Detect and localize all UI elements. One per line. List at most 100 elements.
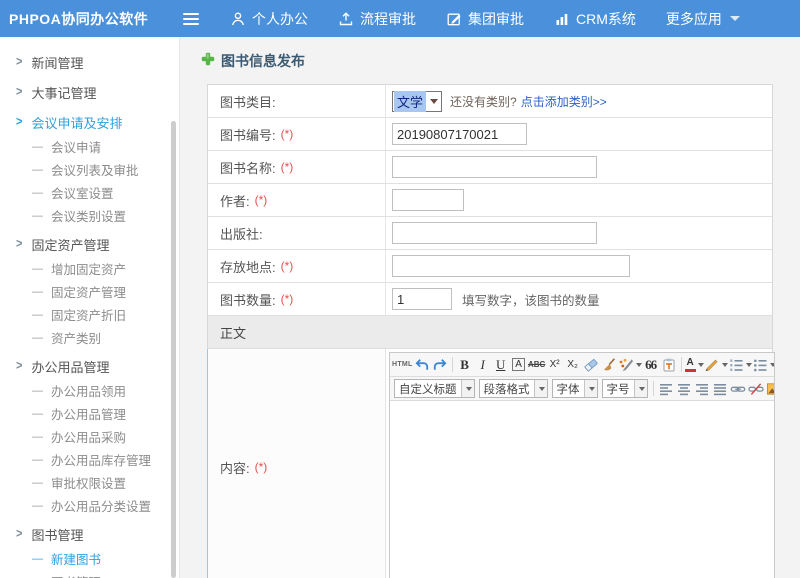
sidebar-item[interactable]: —固定资产折旧 [0,303,179,326]
superscript-button[interactable]: X² [546,355,564,375]
sidebar-section-6[interactable]: >图书管理 [0,521,179,547]
subscript-button[interactable]: X₂ [564,355,582,375]
topnav-item-4[interactable]: CRM系统 [554,9,636,29]
format-painter-icon-button[interactable] [618,355,642,375]
form-row: 图书名称: (*) [208,151,772,184]
font-size-select[interactable]: 字号 [602,379,648,398]
sidebar-item[interactable]: —办公用品领用 [0,379,179,402]
chevron-right-icon: > [16,237,22,251]
dash-icon: — [32,187,43,199]
strikethrough-button[interactable]: ABC [528,355,546,375]
required-mark: (*) [255,460,268,474]
italic-button[interactable]: I [474,355,492,375]
bold-button[interactable]: B [456,355,474,375]
field-input-4[interactable] [392,189,464,211]
toolbar-separator [452,357,453,372]
field-input-5[interactable] [392,222,597,244]
add-category-link[interactable]: 点击添加类别>> [521,93,607,110]
sidebar-section-label: 办公用品管理 [31,357,109,376]
dash-icon: — [32,431,43,443]
sidebar-section-label: 会议申请及安排 [31,113,122,132]
required-mark: (*) [281,259,294,273]
bold-button-glyph: B [460,357,469,373]
align-center-icon-button[interactable] [675,379,693,399]
paragraph-format-select[interactable]: 段落格式 [479,379,548,398]
main-content: 图书信息发布 图书类目:文学还没有类别?点击添加类别>>图书编号:(*)图书名称… [180,37,800,578]
underline-button[interactable]: U [492,355,510,375]
field-input-3[interactable] [392,156,597,178]
sidebar-item[interactable]: —会议申请 [0,135,179,158]
highlight-color-icon-button[interactable] [704,355,728,375]
sidebar-item[interactable]: —资产类别 [0,326,179,349]
dash-icon: — [32,164,43,176]
blockquote-button[interactable]: 66 [642,355,660,375]
html-source-button[interactable]: HTML [392,355,413,375]
ordered-list-icon-button[interactable] [728,355,752,375]
topnav-item-label: 流程审批 [360,9,416,29]
sidebar-item[interactable]: —办公用品库存管理 [0,448,179,471]
sidebar-item[interactable]: —审批权限设置 [0,471,179,494]
topnav-item-2[interactable]: 流程审批 [338,9,416,29]
field-input-6[interactable] [392,255,630,277]
sidebar-item[interactable]: — 增加固定资产 [0,257,179,280]
unordered-list-icon-button[interactable] [752,355,774,375]
sidebar-item[interactable]: —会议室设置 [0,181,179,204]
sidebar-item[interactable]: —办公用品分类设置 [0,494,179,517]
link-icon [730,381,746,397]
sidebar-item[interactable]: —会议列表及审批 [0,158,179,181]
sidebar-section-4[interactable]: >固定资产管理 [0,231,179,257]
field-input-7[interactable] [392,288,452,310]
sidebar-section-3[interactable]: >会议申请及安排 [0,109,179,135]
book-category-select[interactable]: 文学 [392,91,442,112]
sidebar-item-label: 会议申请 [51,137,101,156]
clean-format-icon-button[interactable] [600,355,618,375]
align-right-icon-button[interactable] [693,379,711,399]
sidebar-item[interactable]: —图书管理 [0,570,179,578]
dash-icon: — [32,263,43,275]
sidebar-menu: >新闻管理>大事记管理>会议申请及安排—会议申请—会议列表及审批—会议室设置—会… [0,37,180,578]
sidebar-item[interactable]: —会议类别设置 [0,204,179,227]
sidebar-item[interactable]: —办公用品管理 [0,402,179,425]
sidebar-item-label: 增加固定资产 [51,259,126,278]
sidebar-item[interactable]: —新建图书 [0,547,179,570]
topnav-item-1[interactable]: 个人办公 [230,9,308,29]
eraser-icon [583,357,599,373]
sidebar-item[interactable]: —办公用品采购 [0,425,179,448]
sidebar-section-2[interactable]: >大事记管理 [0,79,179,105]
sidebar-section-5[interactable]: >办公用品管理 [0,353,179,379]
link-icon-button[interactable] [729,379,747,399]
font-color-icon-button[interactable]: A [685,355,704,375]
required-mark: (*) [281,160,294,174]
sidebar-scrollbar[interactable] [171,121,176,578]
ordered-list-icon [728,357,744,373]
blockquote-button-glyph: 66 [645,357,656,373]
field-label: 图书名称: [220,158,276,177]
align-left-icon-button[interactable] [657,379,675,399]
sidebar-item[interactable]: —固定资产管理 [0,280,179,303]
top-navigation-bar: PHPOA协同办公软件 个人办公流程审批集团审批CRM系统更多应用 [0,0,800,37]
hamburger-menu-icon[interactable] [182,11,204,27]
dash-icon: — [32,286,43,298]
custom-title-select[interactable]: 自定义标题 [394,379,475,398]
select-caret-icon [584,380,597,397]
bordered-text-button[interactable]: A [510,355,528,375]
font-family-select[interactable]: 字体 [552,379,598,398]
required-mark: (*) [281,292,294,306]
chevron-down-icon [636,363,642,367]
topnav-item-5[interactable]: 更多应用 [666,9,740,29]
sidebar-item-label: 新建图书 [51,549,101,568]
field-input-2[interactable] [392,123,527,145]
unlink-icon-button[interactable] [747,379,765,399]
sidebar-item-label: 会议类别设置 [51,206,126,225]
sidebar-section-1[interactable]: >新闻管理 [0,49,179,75]
person-icon [230,11,246,27]
redo-button[interactable] [431,355,449,375]
paste-text-icon-button[interactable] [660,355,678,375]
align-justify-icon-button[interactable] [711,379,729,399]
topnav-item-3[interactable]: 集团审批 [446,9,524,29]
eraser-icon-button[interactable] [582,355,600,375]
image-icon-button[interactable] [765,379,775,399]
chevron-right-icon: > [16,527,22,541]
undo-button[interactable] [413,355,431,375]
editor-content-area[interactable] [390,401,774,578]
